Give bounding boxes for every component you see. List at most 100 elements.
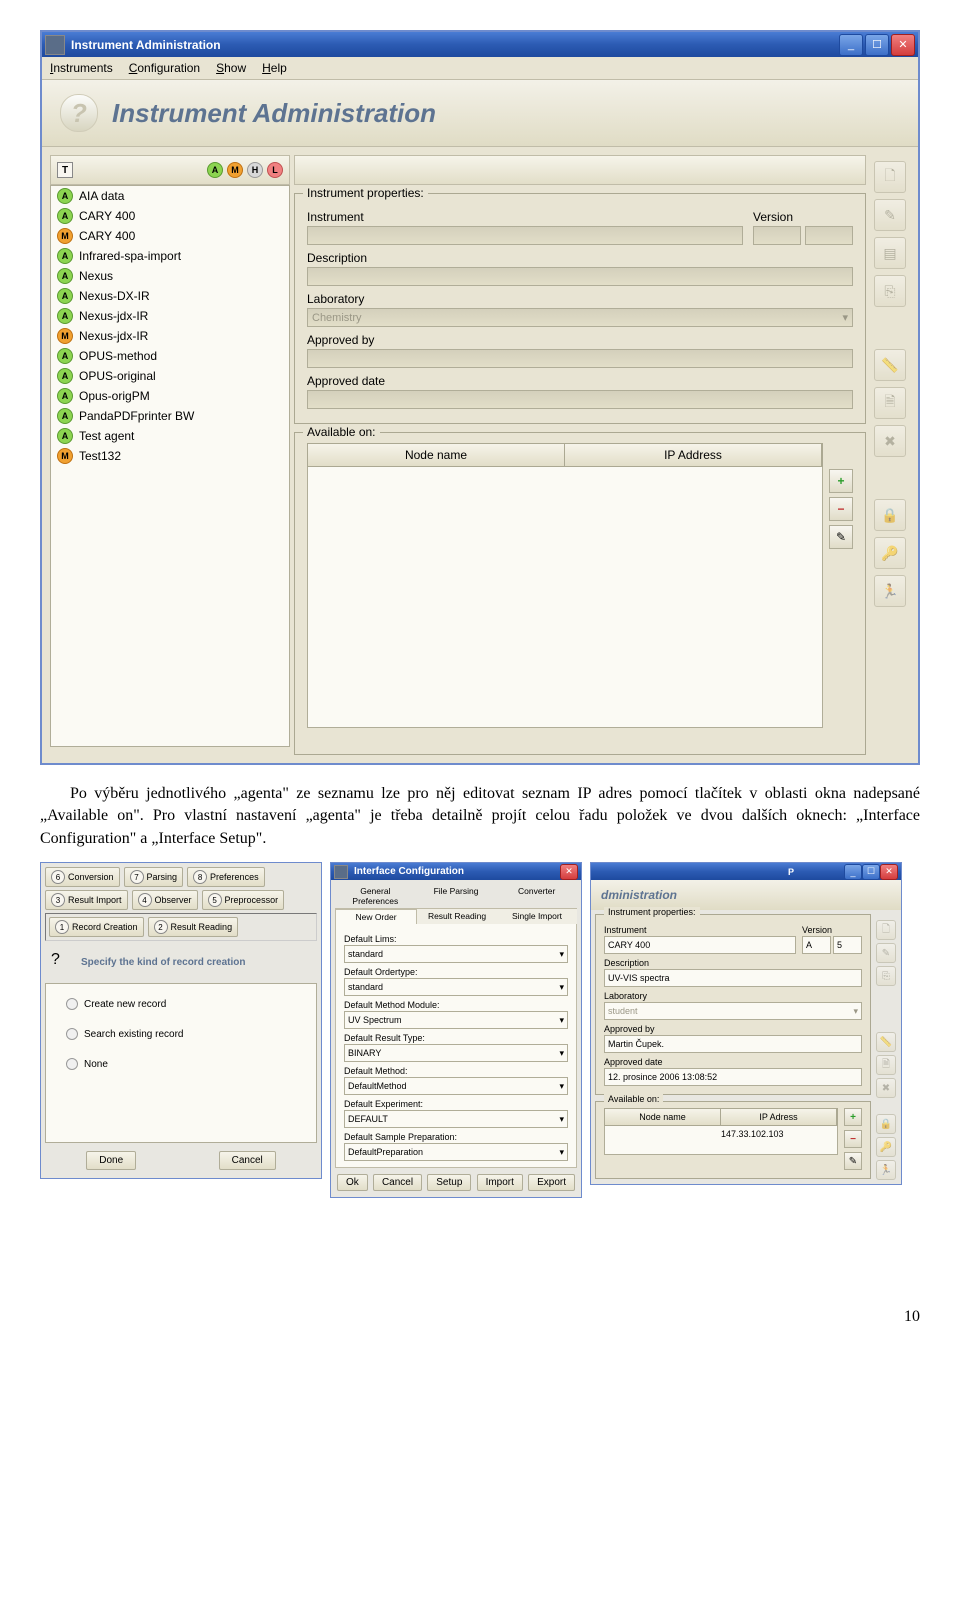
tab-parsing[interactable]: 7Parsing: [124, 867, 184, 887]
key-icon[interactable]: 🔑: [874, 537, 906, 569]
list-item[interactable]: AAIA data: [51, 186, 289, 206]
done-button[interactable]: Done: [86, 1151, 136, 1170]
tab-preferences[interactable]: 8Preferences: [187, 867, 265, 887]
list-item[interactable]: MTest132: [51, 446, 289, 466]
opt-none[interactable]: None: [66, 1058, 296, 1070]
list-item[interactable]: APandaPDFprinter BW: [51, 406, 289, 426]
col-nodename[interactable]: Node name: [605, 1109, 721, 1125]
list-item[interactable]: ANexus: [51, 266, 289, 286]
delete-icon[interactable]: ✖: [876, 1078, 896, 1098]
col-ipaddress[interactable]: IP Address: [565, 444, 822, 466]
new-icon[interactable]: 🗋: [876, 920, 896, 940]
fld-ver2[interactable]: 5: [833, 936, 862, 954]
filter-h-icon[interactable]: H: [247, 162, 263, 178]
import-button[interactable]: Import: [477, 1174, 523, 1191]
fld-rt[interactable]: BINARY▾: [344, 1044, 568, 1062]
tab-result-reading[interactable]: Result Reading: [417, 909, 497, 924]
add-node-button[interactable]: +: [829, 469, 853, 493]
laboratory-select[interactable]: Chemistry▾: [307, 308, 853, 327]
fld-approvedby[interactable]: Martin Čupek.: [604, 1035, 862, 1053]
description-field[interactable]: [307, 267, 853, 286]
list-item[interactable]: MCARY 400: [51, 226, 289, 246]
maximize-button[interactable]: ☐: [862, 864, 880, 880]
fld-exp[interactable]: DEFAULT▾: [344, 1110, 568, 1128]
list-item[interactable]: AInfrared-spa-import: [51, 246, 289, 266]
remove-node-button[interactable]: −: [829, 497, 853, 521]
opt-create[interactable]: Create new record: [66, 998, 296, 1010]
maximize-button[interactable]: ☐: [865, 34, 889, 56]
opt-search[interactable]: Search existing record: [66, 1028, 296, 1040]
run-icon[interactable]: 🏃: [874, 575, 906, 607]
instrument-list[interactable]: AAIA dataACARY 400MCARY 400AInfrared-spa…: [50, 185, 290, 747]
tab-single-import[interactable]: Single Import: [497, 909, 577, 924]
menu-configuration[interactable]: Configuration: [129, 61, 200, 75]
version-field-2[interactable]: [805, 226, 853, 245]
fld-instrument[interactable]: CARY 400: [604, 936, 796, 954]
ruler-icon[interactable]: 📏: [874, 349, 906, 381]
list-item[interactable]: MNexus-jdx-IR: [51, 326, 289, 346]
menu-help[interactable]: Help: [262, 61, 287, 75]
nodes-table[interactable]: [307, 467, 823, 728]
minimize-button[interactable]: _: [844, 864, 862, 880]
list-item[interactable]: AOpus-origPM: [51, 386, 289, 406]
list-item[interactable]: ACARY 400: [51, 206, 289, 226]
tab-result-import[interactable]: 3Result Import: [45, 890, 128, 910]
sheet-icon[interactable]: 🗎: [876, 1055, 896, 1075]
instrument-field[interactable]: [307, 226, 743, 245]
minimize-button[interactable]: _: [839, 34, 863, 56]
ok-button[interactable]: Ok: [337, 1174, 368, 1191]
new-icon[interactable]: 🗋: [874, 161, 906, 193]
tab-result-reading[interactable]: 2Result Reading: [148, 917, 239, 937]
filter-m-icon[interactable]: M: [227, 162, 243, 178]
edit-icon[interactable]: ✎: [876, 943, 896, 963]
fld-m[interactable]: DefaultMethod▾: [344, 1077, 568, 1095]
edit-icon[interactable]: ✎: [874, 199, 906, 231]
fld-ver1[interactable]: A: [802, 936, 831, 954]
run-icon[interactable]: 🏃: [876, 1160, 896, 1180]
tab-general[interactable]: General Preferences: [335, 884, 416, 908]
copy-icon[interactable]: ⎘: [876, 966, 896, 986]
setup-button[interactable]: Setup: [427, 1174, 471, 1191]
nodes-table[interactable]: 147.33.102.103: [604, 1126, 838, 1155]
edit-node-button[interactable]: ✎: [829, 525, 853, 549]
fld-description[interactable]: UV-VIS spectra: [604, 969, 862, 987]
tab-observer[interactable]: 4Observer: [132, 890, 198, 910]
text-tool-icon[interactable]: T: [57, 162, 73, 178]
filter-a-icon[interactable]: A: [207, 162, 223, 178]
list-item[interactable]: AOPUS-original: [51, 366, 289, 386]
filter-l-icon[interactable]: L: [267, 162, 283, 178]
key-icon[interactable]: 🔑: [876, 1137, 896, 1157]
fld-ordertype[interactable]: standard▾: [344, 978, 568, 996]
edit-node-button[interactable]: ✎: [844, 1152, 862, 1170]
tab-converter[interactable]: Converter: [496, 884, 577, 908]
close-button[interactable]: ✕: [560, 864, 578, 880]
properties-icon[interactable]: ▤: [874, 237, 906, 269]
approvedby-field[interactable]: [307, 349, 853, 368]
copy-icon[interactable]: ⎘: [874, 275, 906, 307]
menu-show[interactable]: Show: [216, 61, 246, 75]
close-button[interactable]: ✕: [880, 864, 898, 880]
lock-icon[interactable]: 🔒: [876, 1114, 896, 1134]
list-item[interactable]: ANexus-jdx-IR: [51, 306, 289, 326]
remove-node-button[interactable]: −: [844, 1130, 862, 1148]
tab-record-creation[interactable]: 1Record Creation: [49, 917, 144, 937]
lock-icon[interactable]: 🔒: [874, 499, 906, 531]
fld-mm[interactable]: UV Spectrum▾: [344, 1011, 568, 1029]
version-field-1[interactable]: [753, 226, 801, 245]
ruler-icon[interactable]: 📏: [876, 1032, 896, 1052]
help-icon[interactable]: ?: [51, 951, 73, 973]
window-titlebar[interactable]: Instrument Administration _ ☐ ✕: [42, 32, 918, 57]
add-node-button[interactable]: +: [844, 1108, 862, 1126]
export-button[interactable]: Export: [528, 1174, 575, 1191]
col-ipaddress[interactable]: IP Adress: [721, 1109, 837, 1125]
cancel-button[interactable]: Cancel: [219, 1151, 276, 1170]
tab-new-order[interactable]: New Order: [335, 909, 417, 924]
fld-sp[interactable]: DefaultPreparation▾: [344, 1143, 568, 1161]
help-icon[interactable]: ?: [60, 94, 98, 132]
tab-conversion[interactable]: 6Conversion: [45, 867, 120, 887]
delete-icon[interactable]: ✖: [874, 425, 906, 457]
fld-lims[interactable]: standard▾: [344, 945, 568, 963]
list-item[interactable]: ANexus-DX-IR: [51, 286, 289, 306]
fld-approveddate[interactable]: 12. prosince 2006 13:08:52: [604, 1068, 862, 1086]
close-button[interactable]: ✕: [891, 34, 915, 56]
